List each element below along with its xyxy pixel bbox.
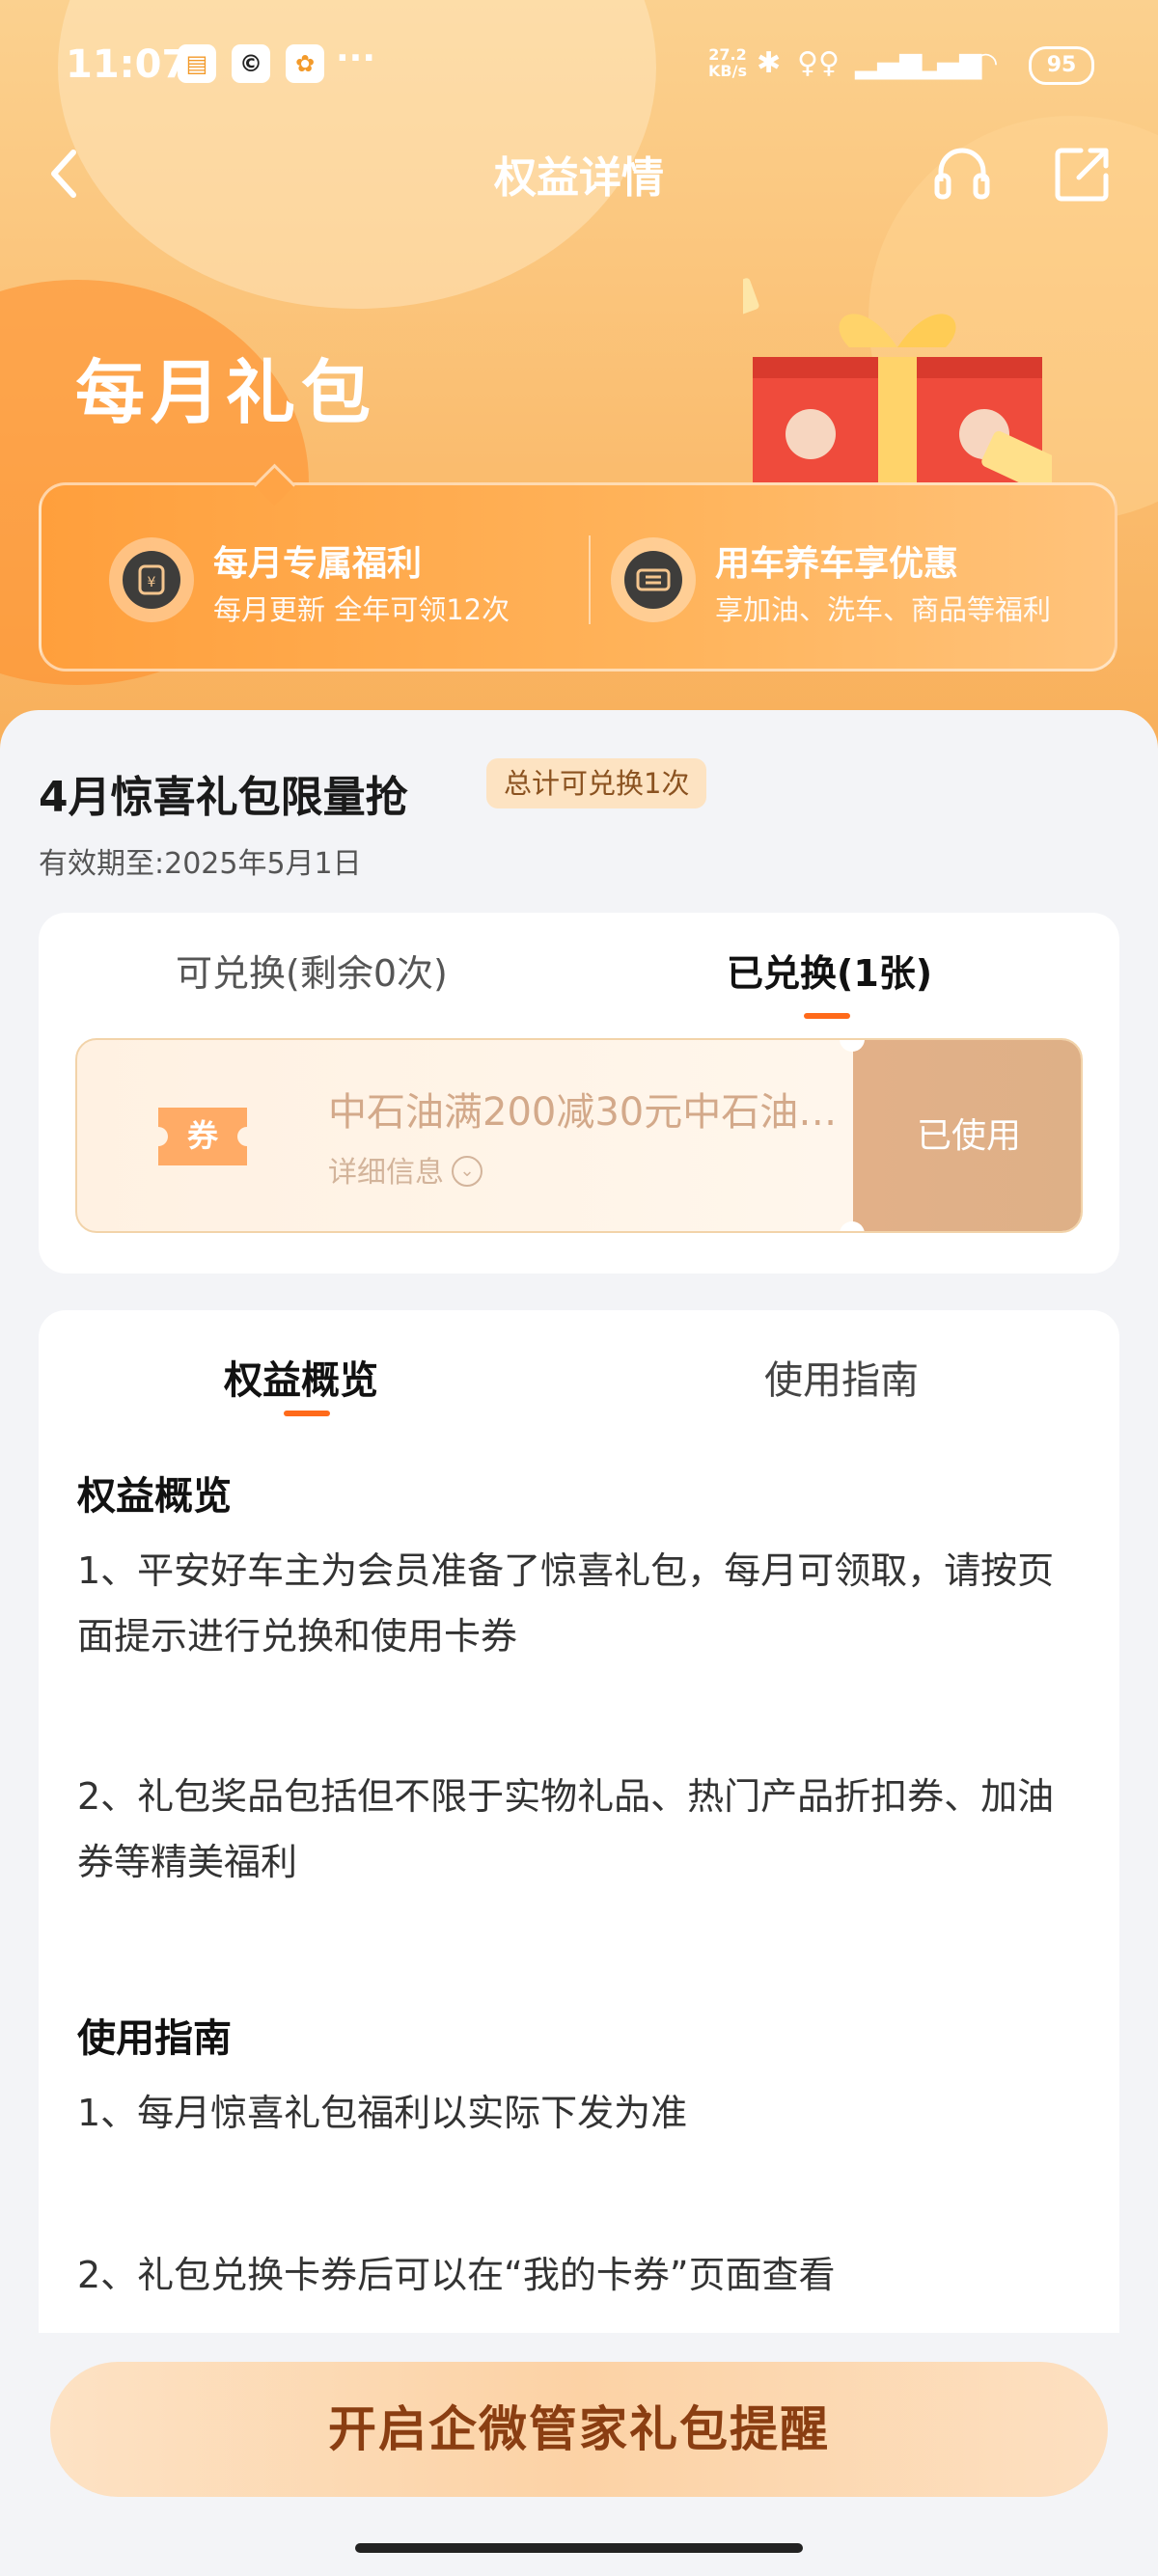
tab-guide[interactable]: 使用指南: [764, 1349, 919, 1405]
benefit-title: 每月专属福利: [213, 544, 423, 584]
svg-text:¥: ¥: [148, 575, 156, 590]
section-title: 4月惊喜礼包限量抢: [39, 773, 408, 822]
guide-paragraph: 1、每月惊喜礼包福利以实际下发为准: [77, 2092, 688, 2134]
earbuds-icon: ♀♀: [797, 46, 840, 80]
benefit-subtitle: 享加油、洗车、商品等福利: [715, 593, 1052, 626]
coupon-icon: 券: [154, 1102, 251, 1171]
bottom-bar: 开启企微管家礼包提醒: [0, 2333, 1158, 2576]
app-notification-icon: ©: [232, 44, 270, 83]
coupon-status-label: 已使用: [916, 1116, 1021, 1156]
network-speed: 27.2 KB/s: [708, 46, 747, 79]
app-notification-icon: ✿: [286, 44, 324, 83]
app-notification-icon: ▤: [178, 44, 216, 83]
signal-icon: ▂▄▆: [915, 46, 982, 80]
status-time: 11:07: [66, 42, 189, 87]
coupon-name: 中石油满200减30元中石油满200减30元: [328, 1090, 849, 1135]
ticket-icon: [611, 537, 696, 622]
gift-box-illustration: [695, 251, 1064, 502]
wifi-icon: ◠: [975, 46, 998, 80]
bluetooth-icon: ✱: [757, 46, 782, 80]
home-indicator[interactable]: [355, 2543, 803, 2553]
nav-bar: 权益详情: [0, 135, 1158, 212]
redeem-count-badge: 总计可兑换1次: [486, 758, 707, 808]
chevron-down-icon: ⌄: [452, 1155, 482, 1187]
coupon-icon-label: 券: [187, 1117, 219, 1154]
guide-paragraph: 2、礼包兑换卡券后可以在“我的卡券”页面查看: [77, 2254, 836, 2296]
coupon-used-button[interactable]: 已使用: [840, 1040, 1081, 1231]
redeem-card: 可兑换(剩余0次) 已兑换(1张) 券 中石油满200减30元中石油满200减3…: [39, 913, 1119, 1274]
enable-reminder-button[interactable]: 开启企微管家礼包提醒: [50, 2362, 1108, 2497]
speed-unit: KB/s: [708, 62, 747, 80]
signal-icon: ▂▄▆: [855, 46, 923, 80]
active-tab-indicator: [804, 1013, 850, 1019]
active-tab-indicator: [284, 1411, 330, 1416]
overview-paragraph: 2、礼包奖品包括但不限于实物礼品、热门产品折扣券、加油券等精美福利: [77, 1775, 1055, 1883]
guide-heading: 使用指南: [77, 2016, 232, 2061]
coupon-detail-label: 详细信息: [328, 1156, 444, 1190]
status-bar: 11:07 ▤ © ✿ ··· 27.2 KB/s ✱ ♀♀ ▂▄▆ ▂▄▆ ◠…: [0, 0, 1158, 116]
customer-service-icon[interactable]: [931, 143, 993, 205]
battery-icon: 95: [1029, 46, 1094, 85]
coupon-detail-link[interactable]: 详细信息 ⌄: [328, 1148, 482, 1191]
benefits-card: ¥ 每月专属福利 每月更新 全年可领12次 用车养车享优惠 享加油、洗车、商品等…: [39, 463, 1117, 671]
tab-overview[interactable]: 权益概览: [224, 1349, 378, 1405]
tab-available[interactable]: 可兑换(剩余0次): [176, 944, 448, 997]
coupon-item[interactable]: 券 中石油满200减30元中石油满200减30元 详细信息⌄ 已使用: [75, 1038, 1083, 1233]
benefit-subtitle: 每月更新 全年可领12次: [213, 593, 510, 626]
overview-paragraph: 1、平安好车主为会员准备了惊喜礼包，每月可领取，请按页面提示进行兑换和使用卡券: [77, 1549, 1055, 1658]
piggy-bank-icon: ¥: [109, 537, 194, 622]
share-icon[interactable]: [1052, 143, 1114, 205]
validity-text: 有效期至:2025年5月1日: [39, 847, 362, 881]
tab-redeemed[interactable]: 已兑换(1张): [727, 944, 932, 997]
benefit-title: 用车养车享优惠: [715, 544, 959, 584]
more-notifications-icon: ···: [336, 39, 376, 78]
divider: [589, 535, 591, 624]
hero-title: 每月礼包: [75, 352, 377, 433]
overview-heading: 权益概览: [77, 1474, 232, 1519]
